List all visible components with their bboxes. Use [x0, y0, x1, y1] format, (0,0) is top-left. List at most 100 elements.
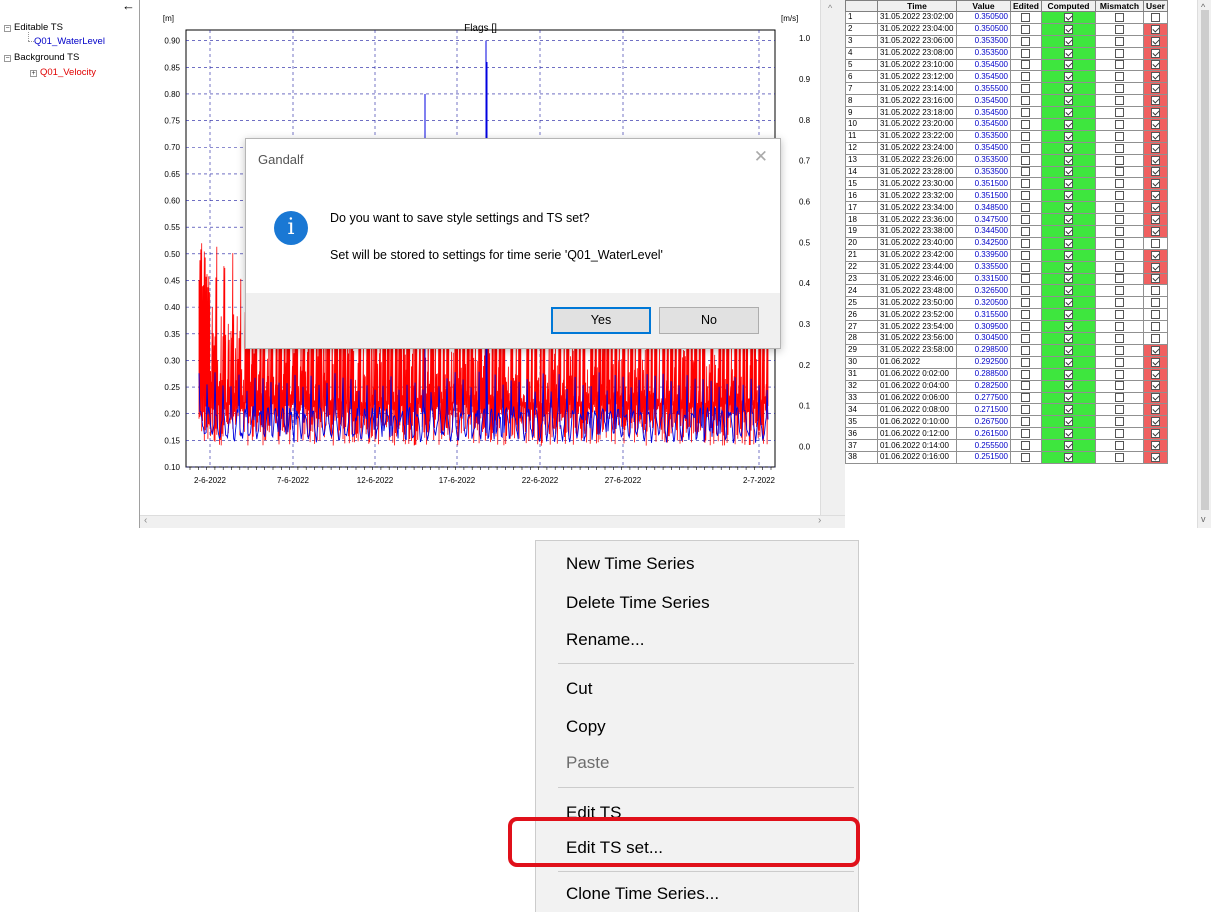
mismatch-checkbox[interactable]: [1114, 12, 1124, 22]
edited-checkbox[interactable]: [1021, 369, 1031, 379]
time-cell[interactable]: 01.06.2022 0:02:00: [877, 367, 957, 381]
user-checkbox[interactable]: [1150, 274, 1160, 284]
table-row[interactable]: 17 31.05.2022 23:34:00 0.348500: [845, 201, 1168, 215]
column-header[interactable]: Mismatch: [1094, 0, 1144, 12]
chart-horizontal-scrollbar[interactable]: ‹ ›: [140, 515, 845, 528]
table-row[interactable]: 23 31.05.2022 23:46:00 0.331500: [845, 272, 1168, 286]
row-number[interactable]: 19: [845, 225, 878, 238]
time-cell[interactable]: 01.06.2022 0:06:00: [877, 391, 957, 405]
edited-checkbox[interactable]: [1021, 238, 1031, 248]
time-cell[interactable]: 31.05.2022 23:20:00: [877, 118, 957, 131]
row-number[interactable]: 34: [845, 403, 878, 417]
user-checkbox[interactable]: [1150, 310, 1160, 320]
row-number[interactable]: 15: [845, 177, 878, 191]
mismatch-checkbox[interactable]: [1114, 381, 1124, 391]
row-number[interactable]: 37: [845, 439, 878, 452]
mismatch-checkbox[interactable]: [1114, 96, 1124, 106]
edited-checkbox[interactable]: [1021, 60, 1031, 70]
mismatch-checkbox[interactable]: [1114, 72, 1124, 82]
computed-checkbox[interactable]: [1063, 333, 1073, 343]
user-checkbox[interactable]: [1150, 107, 1160, 117]
edited-checkbox[interactable]: [1021, 440, 1031, 450]
mismatch-checkbox[interactable]: [1114, 119, 1124, 129]
computed-checkbox[interactable]: [1063, 214, 1073, 224]
edited-checkbox[interactable]: [1021, 321, 1031, 331]
time-cell[interactable]: 31.05.2022 23:06:00: [877, 34, 957, 48]
mismatch-checkbox[interactable]: [1114, 48, 1124, 58]
row-number[interactable]: 31: [845, 367, 878, 381]
time-cell[interactable]: 31.05.2022 23:58:00: [877, 343, 957, 357]
table-row[interactable]: 9 31.05.2022 23:18:00 0.354500: [845, 106, 1168, 120]
computed-checkbox[interactable]: [1063, 357, 1073, 367]
value-cell[interactable]: 0.315500: [956, 308, 1011, 322]
user-checkbox[interactable]: [1150, 179, 1160, 189]
time-cell[interactable]: 31.05.2022 23:30:00: [877, 177, 957, 191]
computed-checkbox[interactable]: [1063, 131, 1073, 141]
value-cell[interactable]: 0.355500: [956, 82, 1011, 96]
time-cell[interactable]: 31.05.2022 23:02:00: [877, 11, 957, 24]
column-header[interactable]: User: [1142, 0, 1168, 12]
row-number[interactable]: 11: [845, 129, 878, 143]
computed-checkbox[interactable]: [1063, 96, 1073, 106]
mismatch-checkbox[interactable]: [1114, 238, 1124, 248]
computed-checkbox[interactable]: [1063, 452, 1073, 462]
edited-checkbox[interactable]: [1021, 72, 1031, 82]
computed-checkbox[interactable]: [1063, 440, 1073, 450]
value-cell[interactable]: 0.304500: [956, 332, 1011, 345]
row-number[interactable]: 10: [845, 118, 878, 131]
edited-checkbox[interactable]: [1021, 48, 1031, 58]
scroll-up-icon[interactable]: ^: [828, 3, 832, 13]
tree-item-velocity[interactable]: Q01_Velocity: [40, 67, 96, 78]
mismatch-checkbox[interactable]: [1114, 131, 1124, 141]
computed-checkbox[interactable]: [1063, 310, 1073, 320]
table-vertical-scrollbar[interactable]: ^ v: [1197, 0, 1211, 528]
mismatch-checkbox[interactable]: [1114, 274, 1124, 284]
edited-checkbox[interactable]: [1021, 226, 1031, 236]
time-cell[interactable]: 01.06.2022 0:10:00: [877, 415, 957, 429]
table-row[interactable]: 13 31.05.2022 23:26:00 0.353500: [845, 153, 1168, 167]
edited-checkbox[interactable]: [1021, 405, 1031, 415]
mismatch-checkbox[interactable]: [1114, 429, 1124, 438]
row-number[interactable]: 4: [845, 46, 878, 60]
value-cell[interactable]: 0.354500: [956, 106, 1011, 120]
time-cell[interactable]: 31.05.2022 23:42:00: [877, 248, 957, 262]
value-cell[interactable]: 0.288500: [956, 367, 1011, 381]
column-header[interactable]: Computed: [1040, 0, 1096, 12]
computed-checkbox[interactable]: [1063, 298, 1073, 308]
computed-checkbox[interactable]: [1063, 321, 1073, 331]
mismatch-checkbox[interactable]: [1114, 357, 1124, 367]
value-cell[interactable]: 0.320500: [956, 296, 1011, 310]
value-cell[interactable]: 0.342500: [956, 236, 1011, 250]
mismatch-checkbox[interactable]: [1114, 333, 1124, 343]
mismatch-checkbox[interactable]: [1114, 214, 1124, 224]
computed-checkbox[interactable]: [1063, 24, 1073, 34]
time-cell[interactable]: 31.05.2022 23:44:00: [877, 260, 957, 274]
time-cell[interactable]: 31.05.2022 23:36:00: [877, 213, 957, 227]
value-cell[interactable]: 0.354500: [956, 94, 1011, 108]
computed-checkbox[interactable]: [1063, 417, 1073, 427]
time-cell[interactable]: 31.05.2022 23:56:00: [877, 332, 957, 345]
table-row[interactable]: 12 31.05.2022 23:24:00 0.354500: [845, 141, 1168, 155]
time-cell[interactable]: 31.05.2022 23:34:00: [877, 201, 957, 215]
table-row[interactable]: 18 31.05.2022 23:36:00 0.347500: [845, 213, 1168, 227]
scroll-thumb[interactable]: [1201, 10, 1209, 510]
row-number[interactable]: 33: [845, 391, 878, 405]
column-header[interactable]: [845, 0, 878, 12]
value-cell[interactable]: 0.298500: [956, 343, 1011, 357]
scroll-right-icon[interactable]: ›: [818, 515, 821, 526]
value-cell[interactable]: 0.354500: [956, 58, 1011, 72]
tree-node-background[interactable]: Background TS: [14, 52, 79, 63]
tree-item-waterlevel[interactable]: Q01_WaterLevel: [34, 36, 105, 47]
computed-checkbox[interactable]: [1063, 381, 1073, 391]
value-cell[interactable]: 0.351500: [956, 177, 1011, 191]
row-number[interactable]: 29: [845, 343, 878, 357]
edited-checkbox[interactable]: [1021, 274, 1031, 284]
mismatch-checkbox[interactable]: [1114, 143, 1124, 153]
edited-checkbox[interactable]: [1021, 143, 1031, 153]
row-number[interactable]: 38: [845, 450, 878, 464]
mismatch-checkbox[interactable]: [1114, 286, 1124, 296]
table-row[interactable]: 32 01.06.2022 0:04:00 0.282500: [845, 379, 1168, 393]
computed-checkbox[interactable]: [1063, 119, 1073, 129]
edited-checkbox[interactable]: [1021, 84, 1031, 94]
table-row[interactable]: 30 01.06.2022 0.292500: [845, 355, 1168, 369]
